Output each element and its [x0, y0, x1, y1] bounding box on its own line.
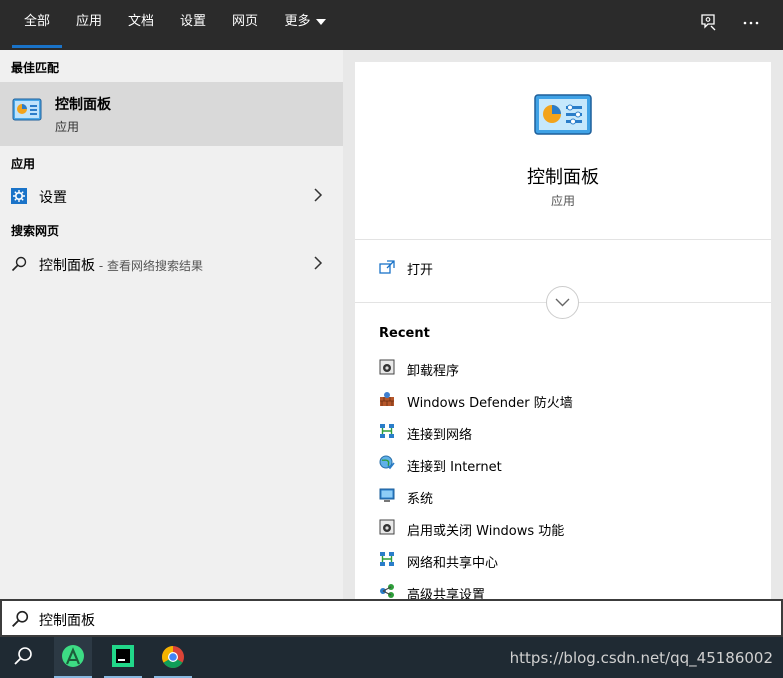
- recent-item-label: 卸载程序: [407, 364, 460, 379]
- programs-icon: [379, 359, 395, 375]
- web-search-suffix: - 查看网络搜索结果: [95, 259, 203, 273]
- taskbar-search-button[interactable]: [4, 637, 42, 678]
- best-match-heading: 最佳匹配: [11, 61, 60, 75]
- web-heading: 搜索网页: [11, 224, 60, 238]
- recent-item-label: Windows Defender 防火墙: [407, 396, 573, 411]
- recent-item-label: 系统: [407, 492, 434, 507]
- feedback-icon[interactable]: [699, 12, 721, 34]
- result-web-search[interactable]: 控制面板 - 查看网络搜索结果: [0, 247, 343, 281]
- best-match-item[interactable]: 控制面板 应用: [0, 82, 343, 146]
- apps-heading: 应用: [11, 157, 36, 171]
- web-search-query: 控制面板: [39, 258, 95, 274]
- tab-apps-label: 应用: [75, 14, 102, 29]
- preview-pane: 控制面板 应用 打开 Recent 卸载程序 Windows Defender …: [355, 62, 771, 603]
- programs-icon: [379, 519, 395, 535]
- search-icon: [11, 256, 27, 276]
- tab-more-label: 更多: [284, 14, 311, 29]
- tab-web-label: 网页: [231, 14, 258, 29]
- android-studio-icon: [62, 645, 84, 667]
- recent-item[interactable]: 连接到网络: [379, 419, 759, 445]
- recent-item[interactable]: 卸载程序: [379, 355, 759, 381]
- control-panel-icon: [12, 98, 42, 126]
- system-icon: [379, 488, 395, 502]
- settings-gear-icon: [11, 188, 27, 208]
- chrome-icon: [162, 646, 184, 668]
- recent-item-label: 网络和共享中心: [407, 556, 499, 571]
- sharing-icon: [380, 584, 394, 598]
- result-settings[interactable]: 设置: [0, 179, 343, 213]
- tab-web[interactable]: 网页: [222, 0, 268, 48]
- search-input[interactable]: 控制面板: [39, 610, 95, 630]
- results-pane: 最佳匹配 控制面板 应用 应用 设置 搜索网页 控制面板 - 查看网络搜索结果: [0, 50, 343, 599]
- open-icon: [379, 260, 395, 278]
- chevron-right-icon[interactable]: [313, 188, 323, 202]
- firewall-icon: [380, 392, 394, 406]
- best-match-title: 控制面板: [55, 97, 111, 113]
- tab-documents-label: 文档: [127, 14, 154, 29]
- tab-settings[interactable]: 设置: [170, 0, 216, 48]
- taskbar-app-chrome[interactable]: [154, 637, 192, 678]
- search-icon: [14, 647, 32, 665]
- tab-all[interactable]: 全部: [12, 0, 62, 48]
- control-panel-icon: [534, 94, 592, 140]
- watermark-text: https://blog.csdn.net/qq_45186002: [509, 649, 773, 667]
- tab-apps[interactable]: 应用: [66, 0, 112, 48]
- search-filter-bar: 全部 应用 文档 设置 网页 更多: [0, 0, 783, 50]
- pycharm-icon: [112, 645, 134, 667]
- tab-more[interactable]: 更多: [274, 0, 336, 48]
- recent-heading: Recent: [379, 326, 430, 341]
- recent-item[interactable]: 启用或关闭 Windows 功能: [379, 515, 759, 541]
- best-match-subtitle: 应用: [55, 120, 80, 134]
- recent-item[interactable]: 系统: [379, 483, 759, 509]
- recent-item[interactable]: 网络和共享中心: [379, 547, 759, 573]
- result-web-search-label: 控制面板 - 查看网络搜索结果: [39, 255, 203, 275]
- search-icon: [11, 610, 29, 632]
- preview-subtitle: 应用: [550, 194, 575, 208]
- chevron-right-icon[interactable]: [313, 256, 323, 270]
- internet-icon: [379, 455, 395, 470]
- more-icon[interactable]: [741, 12, 763, 34]
- recent-item-label: 启用或关闭 Windows 功能: [407, 524, 565, 539]
- chevron-down-icon: [555, 298, 570, 307]
- divider: [355, 239, 771, 240]
- tab-all-label: 全部: [23, 14, 50, 29]
- network-icon: [380, 424, 394, 438]
- taskbar: https://blog.csdn.net/qq_45186002: [0, 637, 783, 678]
- result-settings-label: 设置: [39, 190, 67, 206]
- taskbar-app-android-studio[interactable]: [54, 637, 92, 678]
- taskbar-app-pycharm[interactable]: [104, 637, 142, 678]
- network-icon: [380, 552, 394, 566]
- open-action[interactable]: 打开: [355, 244, 771, 290]
- search-box[interactable]: 控制面板: [0, 599, 783, 637]
- tab-settings-label: 设置: [179, 14, 206, 29]
- expand-button[interactable]: [546, 286, 579, 319]
- open-action-label: 打开: [407, 263, 434, 278]
- chevron-down-icon: [315, 18, 326, 25]
- recent-item[interactable]: Windows Defender 防火墙: [379, 387, 759, 413]
- recent-item-label: 连接到 Internet: [407, 460, 502, 475]
- tab-documents[interactable]: 文档: [118, 0, 164, 48]
- recent-item[interactable]: 连接到 Internet: [379, 451, 759, 477]
- preview-title: 控制面板: [527, 167, 599, 188]
- recent-item-label: 连接到网络: [407, 428, 473, 443]
